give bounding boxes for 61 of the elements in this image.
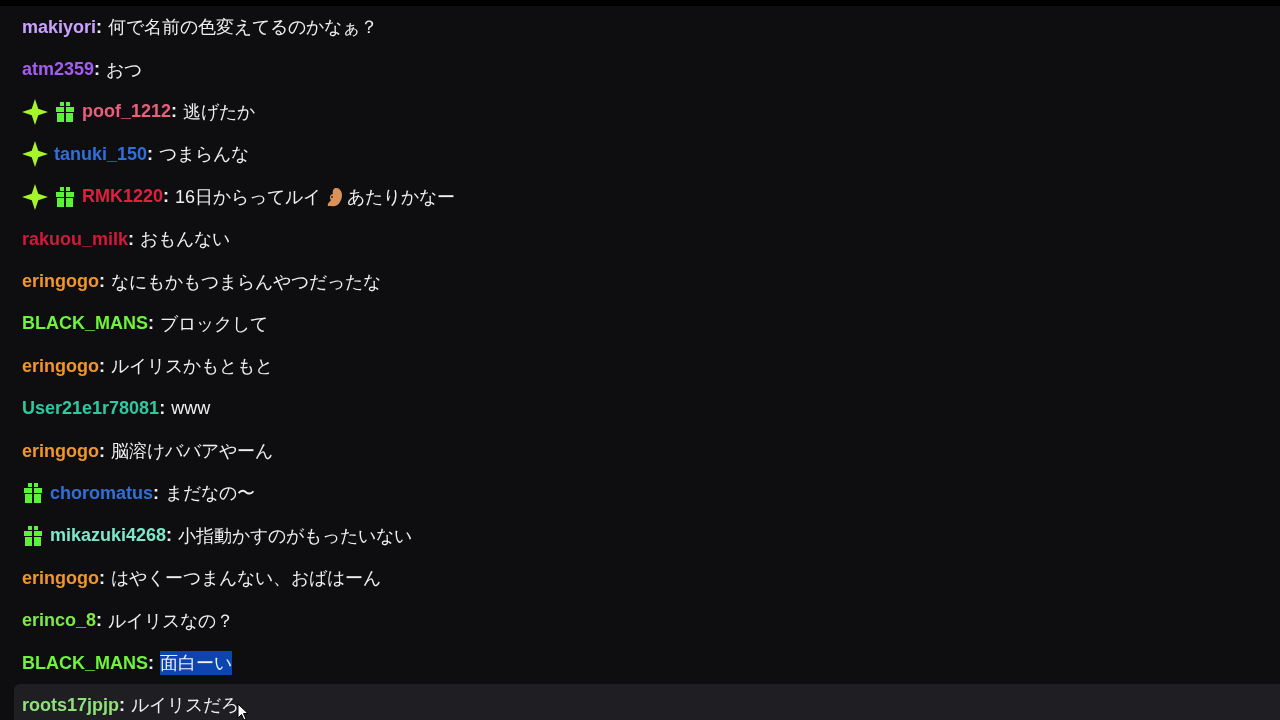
colon-separator: : — [99, 567, 105, 589]
colon-separator: : — [171, 101, 178, 123]
colon-separator: : — [163, 186, 170, 208]
username[interactable]: tanuki_150 — [54, 143, 148, 165]
username[interactable]: poof_1212 — [82, 101, 172, 123]
message-text: つまらんな — [159, 143, 250, 167]
sparkle-icon — [22, 141, 48, 168]
message-text: 面白ーい — [160, 651, 232, 676]
message-text: ルイリスかもともと — [111, 355, 273, 379]
username[interactable]: eringogo — [22, 355, 99, 377]
colon-separator: : — [119, 694, 125, 716]
colon-separator: : — [94, 59, 101, 81]
username[interactable]: eringogo — [22, 440, 99, 462]
colon-separator: : — [99, 440, 105, 462]
message-text: おつ — [106, 58, 143, 82]
gift-icon — [54, 100, 76, 123]
colon-separator: : — [99, 355, 105, 377]
chat-row-highlight[interactable]: roots17jpjp: ルイリスだろ — [14, 684, 1280, 720]
username[interactable]: choromatus — [50, 483, 154, 504]
username[interactable]: BLACK_MANS — [22, 652, 148, 674]
username[interactable]: rakuou_milk — [22, 228, 129, 250]
colon-separator: : — [166, 525, 173, 547]
message-text: www — [171, 398, 211, 420]
username[interactable]: eringogo — [22, 271, 99, 293]
username[interactable]: makiyori — [22, 16, 97, 38]
message-text: はやくーつまんない、おばはーん — [111, 567, 381, 591]
colon-separator: : — [153, 483, 160, 504]
message-text: 16日からってルイ — [175, 185, 322, 209]
gift-icon — [54, 185, 76, 208]
message-text: 脳溶けババアやーん — [111, 440, 273, 464]
username[interactable]: eringogo — [22, 567, 99, 589]
message-text: 何で名前の色変えてるのかなぁ？ — [108, 16, 379, 40]
message-text: 逃げたか — [183, 100, 256, 124]
sparkle-icon — [22, 98, 48, 125]
message-text: ブロックして — [160, 312, 268, 336]
gift-icon — [22, 482, 44, 505]
colon-separator: : — [148, 313, 154, 335]
username[interactable]: BLACK_MANS — [22, 313, 148, 335]
username[interactable]: mikazuki4268 — [50, 525, 167, 547]
message-text: なにもかもつまらんやつだったな — [111, 270, 381, 294]
colon-separator: : — [147, 143, 154, 165]
message-text: ルイリスだろ — [131, 694, 239, 718]
message-text: あたりかなー — [347, 185, 456, 209]
colon-separator: : — [128, 228, 135, 250]
message-text: 小指動かすのがもったいない — [178, 524, 413, 548]
mouse-cursor-icon — [237, 703, 249, 720]
colon-separator: : — [96, 16, 103, 38]
username[interactable]: RMK1220 — [82, 186, 164, 208]
username[interactable]: erinco_8 — [22, 610, 97, 632]
username[interactable]: atm2359 — [22, 59, 95, 81]
colon-separator: : — [148, 652, 154, 674]
gift-icon — [22, 524, 44, 547]
colon-separator: : — [159, 398, 166, 420]
message-text: おもんない — [140, 228, 231, 252]
message-text: ルイリスなの？ — [108, 609, 235, 633]
username[interactable]: User21e1r78081 — [22, 398, 160, 420]
username[interactable]: roots17jpjp — [22, 694, 119, 716]
colon-separator: : — [99, 271, 105, 293]
message-text: まだなの〜 — [165, 482, 256, 506]
sparkle-icon — [22, 183, 48, 210]
colon-separator: : — [96, 610, 103, 632]
